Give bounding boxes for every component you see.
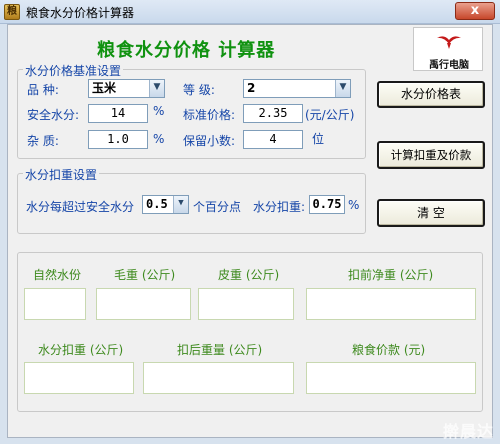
std-price-input[interactable]: 2.35 xyxy=(243,104,303,123)
app-icon: 粮 xyxy=(4,4,20,20)
grade-select[interactable]: 2 ▼ xyxy=(243,79,351,98)
title-bar: 粮 粮食水分价格计算器 x xyxy=(0,0,500,24)
weight-after-label: 扣后重量 (公斤) xyxy=(177,343,263,357)
impurity-label: 杂 质: xyxy=(27,134,59,148)
decimals-unit: 位 xyxy=(312,132,325,146)
safe-moisture-input[interactable]: 14 xyxy=(88,104,148,123)
brand-logo: 禹行电脑 xyxy=(413,27,483,71)
gross-weight-label: 毛重 (公斤) xyxy=(114,268,176,282)
variety-select[interactable]: 玉米 ▼ xyxy=(88,79,165,98)
grade-label: 等 级: xyxy=(183,83,215,97)
chevron-down-icon[interactable]: ▼ xyxy=(173,196,188,213)
grain-payment-field[interactable] xyxy=(306,362,476,394)
deduct-input[interactable]: 0.75 xyxy=(309,195,345,214)
safe-moisture-unit: % xyxy=(153,104,165,118)
decimals-input[interactable]: 4 xyxy=(243,130,303,149)
variety-label: 品 种: xyxy=(27,83,59,97)
tare-weight-label: 皮重 (公斤) xyxy=(218,268,280,282)
net-before-field[interactable] xyxy=(306,288,476,320)
price-table-button[interactable]: 水分价格表 xyxy=(377,81,485,108)
chevron-down-icon[interactable]: ▼ xyxy=(149,80,164,97)
window-title: 粮食水分价格计算器 xyxy=(26,6,135,20)
step-value: 0.5 xyxy=(146,197,168,211)
watermark: 擀晨达 xyxy=(442,422,494,441)
impurity-input[interactable]: 1.0 xyxy=(88,130,148,149)
net-before-label: 扣前净重 (公斤) xyxy=(348,268,434,282)
weight-after-field[interactable] xyxy=(143,362,294,394)
logo-text: 禹行电脑 xyxy=(429,60,469,71)
impurity-unit: % xyxy=(153,132,165,146)
calculate-button[interactable]: 计算扣重及价款 xyxy=(377,141,485,169)
safe-moisture-label: 安全水分: xyxy=(27,108,80,122)
natural-moisture-field[interactable] xyxy=(24,288,86,320)
grain-payment-label: 粮食价款 (元) xyxy=(352,343,426,357)
step-select[interactable]: 0.5 ▼ xyxy=(142,195,189,214)
gross-weight-field[interactable] xyxy=(96,288,191,320)
clear-button[interactable]: 清 空 xyxy=(377,199,485,227)
moisture-deduct-field[interactable] xyxy=(24,362,134,394)
tare-weight-field[interactable] xyxy=(198,288,294,320)
natural-moisture-label: 自然水份 xyxy=(33,268,82,282)
moisture-deduct-label: 水分扣重 (公斤) xyxy=(38,343,124,357)
app-heading: 粮食水分价格 计算器 xyxy=(97,40,276,61)
variety-value: 玉米 xyxy=(92,81,117,95)
deduction-settings-legend: 水分扣重设置 xyxy=(23,166,100,183)
deduction-rule-suffix: 个百分点 xyxy=(193,200,242,214)
chevron-down-icon[interactable]: ▼ xyxy=(335,80,350,97)
std-price-unit: (元/公斤) xyxy=(305,108,355,122)
close-button[interactable]: x xyxy=(455,2,495,20)
base-settings-legend: 水分价格基准设置 xyxy=(23,62,124,79)
deduct-unit: % xyxy=(348,198,360,212)
std-price-label: 标准价格: xyxy=(183,108,236,122)
bird-logo-icon xyxy=(437,36,461,49)
deduct-label: 水分扣重: xyxy=(253,200,306,214)
grade-value: 2 xyxy=(247,81,256,95)
deduction-rule-prefix: 水分每超过安全水分 xyxy=(26,200,135,214)
decimals-label: 保留小数: xyxy=(183,134,236,148)
